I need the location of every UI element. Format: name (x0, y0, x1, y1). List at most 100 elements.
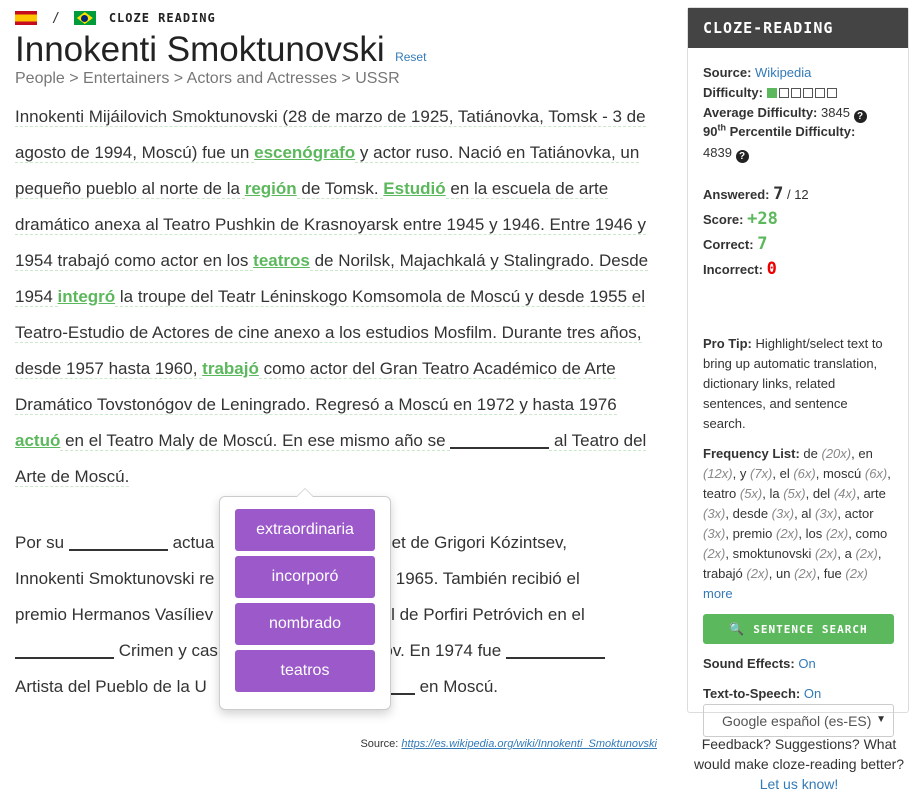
cloze-blank[interactable] (15, 639, 114, 659)
feedback: Feedback? Suggestions? What would make c… (688, 734, 910, 794)
flag-es-icon[interactable] (15, 11, 37, 25)
source-row: Source: Wikipedia (703, 65, 811, 80)
frequency-count: (6x) (864, 466, 888, 481)
cloze-blank[interactable] (505, 639, 605, 659)
pro-tip-label: Pro Tip: (703, 336, 752, 351)
frequency-word[interactable]: como (855, 526, 887, 541)
choice-button[interactable]: extraordinaria (235, 509, 375, 551)
frequency-word[interactable]: arte (863, 486, 885, 501)
frequency-count: (4x) (833, 486, 857, 501)
passage-text: Crimen y cas (114, 641, 218, 660)
percentile-label-suffix: th (717, 123, 726, 133)
avg-difficulty-label: Average Difficulty: (703, 105, 818, 120)
cloze-blank-active[interactable] (450, 429, 550, 449)
help-icon[interactable]: ? (853, 110, 867, 123)
language-separator: / (52, 10, 60, 26)
paragraph-1: Innokenti Mijáilovich Smoktunovski (28 d… (15, 99, 660, 495)
sound-effects-toggle[interactable]: On (798, 656, 815, 671)
answered-total: / 12 (786, 187, 809, 202)
answered-word[interactable]: trabajó (202, 359, 259, 378)
avg-difficulty-value: 3845 (821, 105, 850, 120)
source-credit: Source: https://es.wikipedia.org/wiki/In… (360, 738, 657, 750)
app-name[interactable]: CLOZE READING (109, 11, 216, 25)
frequency-word[interactable]: actor (845, 506, 874, 521)
frequency-word[interactable]: los (806, 526, 826, 541)
frequency-count: (7x) (749, 466, 773, 481)
answered-word[interactable]: Estudió (383, 179, 445, 198)
frequency-count: (3x) (703, 506, 726, 521)
sound-effects-label: Sound Effects: (703, 656, 795, 671)
difficulty-square (814, 88, 825, 98)
help-icon[interactable]: ? (735, 150, 749, 163)
difficulty-row: Difficulty: (703, 85, 839, 100)
frequency-more-link[interactable]: more (703, 586, 733, 601)
answered-word[interactable]: teatros (253, 251, 310, 270)
passage-text: actua (167, 533, 215, 552)
choice-button[interactable]: incorporó (235, 556, 375, 598)
answered-word[interactable]: integró (58, 287, 116, 306)
frequency-count: (5x) (783, 486, 806, 501)
frequency-count: (12x) (703, 466, 733, 481)
flag-br-icon[interactable] (73, 11, 96, 25)
difficulty-square (802, 88, 813, 98)
frequency-list: Frequency List: de (20x), en (12x), y (7… (703, 444, 895, 604)
difficulty-square (826, 88, 837, 98)
sidebar-title: CLOZE-READING (688, 8, 908, 48)
chevron-down-icon: ▼ (876, 714, 886, 725)
passage-text: Por su (15, 533, 69, 552)
frequency-word[interactable]: al (801, 506, 815, 521)
choice-button[interactable]: teatros (235, 650, 375, 692)
voice-select[interactable]: Google español (es-ES) ▼ (703, 704, 894, 737)
answered-word[interactable]: actuó (15, 431, 60, 450)
frequency-count: (2x) (855, 546, 878, 561)
frequency-word[interactable]: moscú (823, 466, 865, 481)
search-icon: 🔍 (729, 622, 746, 636)
frequency-word[interactable]: del (813, 486, 834, 501)
frequency-word[interactable]: teatro (703, 486, 740, 501)
difficulty-label: Difficulty: (703, 85, 763, 100)
frequency-word[interactable]: desde (733, 506, 772, 521)
percentile-value: 4839 (703, 145, 732, 160)
language-bar: / CLOZE READING (15, 10, 216, 26)
sentence-search-button[interactable]: 🔍 SENTENCE SEARCH (703, 614, 894, 644)
voice-select-value: Google español (es-ES) (722, 713, 872, 729)
feedback-link[interactable]: Let us know! (760, 776, 839, 792)
frequency-word[interactable]: fue (824, 566, 846, 581)
percentile-value-row: 4839 ? (703, 145, 749, 163)
source-wikipedia-link[interactable]: Wikipedia (755, 65, 811, 80)
frequency-count: (2x) (794, 566, 817, 581)
frequency-word[interactable]: smoktunovski (733, 546, 815, 561)
tts-toggle[interactable]: On (804, 686, 821, 701)
sidebar: CLOZE-READING Source: Wikipedia Difficul… (687, 7, 909, 737)
frequency-word[interactable]: y (740, 466, 750, 481)
cloze-blank[interactable] (68, 531, 168, 551)
difficulty-meter (766, 85, 839, 100)
answered-word[interactable]: escenógrafo (254, 143, 355, 162)
passage-text: en 1965. También recibió el (367, 569, 580, 588)
frequency-word[interactable]: trabajó (703, 566, 746, 581)
frequency-word[interactable]: a (845, 546, 856, 561)
answered-label: Answered: (703, 187, 770, 202)
frequency-word[interactable]: en (858, 446, 872, 461)
source-label: Source: (360, 738, 399, 750)
frequency-word[interactable]: el (780, 466, 794, 481)
frequency-word[interactable]: de (803, 446, 821, 461)
correct-label: Correct: (703, 237, 754, 252)
passage-text: nov. En 1974 fue (373, 641, 506, 660)
percentile-label-text: Percentile Difficulty: (725, 124, 856, 140)
frequency-items: de (20x), en (12x), y (7x), el (6x), mos… (703, 446, 891, 581)
frequency-word[interactable]: premio (733, 526, 776, 541)
source-link[interactable]: https://es.wikipedia.org/wiki/Innokenti_… (401, 738, 657, 750)
frequency-count: (20x) (821, 446, 852, 461)
frequency-word[interactable]: la (769, 486, 783, 501)
answered-word[interactable]: región (245, 179, 297, 198)
sentence-search-label: SENTENCE SEARCH (753, 622, 868, 636)
source-row-label: Source: (703, 65, 752, 80)
passage-text: en Moscú. (414, 677, 498, 696)
breadcrumb[interactable]: People > Entertainers > Actors and Actre… (15, 70, 400, 88)
reset-link[interactable]: Reset (395, 50, 426, 64)
frequency-word[interactable]: un (776, 566, 794, 581)
passage-text: amlet de Grigori Kózintsev, (364, 533, 567, 552)
frequency-count: (2x) (703, 546, 726, 561)
choice-button[interactable]: nombrado (235, 603, 375, 645)
